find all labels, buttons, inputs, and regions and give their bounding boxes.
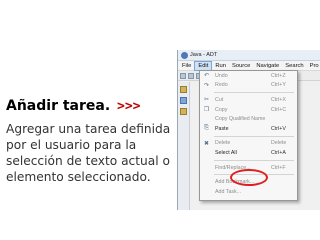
menu-edit[interactable]: Edit	[194, 60, 213, 71]
menu-item-cut[interactable]: ✂ Cut Ctrl+X	[200, 95, 297, 105]
menu-item-shortcut: Ctrl+F	[271, 164, 286, 171]
menu-item-shortcut: Ctrl+A	[271, 149, 286, 156]
slide-body: Agregar una tarea definida por el usuari…	[6, 122, 171, 184]
menu-item-shortcut: Ctrl+V	[271, 125, 286, 132]
menu-separator	[214, 159, 294, 161]
window-title: Java - ADT	[190, 52, 218, 58]
side-panel	[178, 82, 190, 210]
folder-icon[interactable]	[180, 86, 187, 93]
blank-icon	[202, 178, 211, 187]
blank-icon	[202, 187, 211, 196]
menu-item-copy-qualified-name[interactable]: Copy Qualified Name	[200, 114, 297, 124]
app-logo-icon	[181, 51, 188, 59]
slide-title: Añadir tarea. >>>	[6, 98, 141, 114]
menu-run[interactable]: Run	[212, 61, 229, 71]
menu-separator	[214, 92, 294, 94]
menu-item-redo[interactable]: ↷ Redo Ctrl+Y	[200, 81, 297, 91]
blank-icon	[202, 115, 211, 124]
menu-item-paste[interactable]: ⎘ Paste Ctrl+V	[200, 124, 297, 134]
window-titlebar: Java - ADT	[178, 50, 320, 61]
package-icon[interactable]	[180, 97, 187, 104]
menu-search[interactable]: Search	[282, 61, 306, 71]
menu-item-shortcut: Delete	[271, 140, 287, 147]
menu-item-shortcut: Ctrl+C	[271, 106, 287, 113]
menu-item-delete[interactable]: ✖ Delete Delete	[200, 139, 297, 149]
undo-icon: ↶	[203, 73, 210, 80]
paste-icon: ⎘	[204, 125, 209, 132]
menu-item-add-task[interactable]: Add Task...	[200, 187, 297, 197]
slide-title-text: Añadir tarea.	[6, 98, 111, 114]
slide-title-arrows: >>>	[117, 99, 141, 114]
blank-icon	[202, 148, 211, 157]
menu-item-label: Delete	[215, 140, 231, 147]
toolbar-button-icon[interactable]	[180, 72, 186, 79]
menu-item-undo[interactable]: ↶ Undo Ctrl+Z	[200, 71, 297, 81]
app-screenshot: Java - ADT File Edit Run Source Navigate Sear…	[177, 50, 320, 210]
menu-source[interactable]: Source	[229, 61, 253, 71]
toolbar-button-icon[interactable]	[188, 72, 194, 79]
menu-item-shortcut: Ctrl+X	[271, 96, 286, 103]
redo-icon: ↷	[203, 82, 210, 89]
folder-icon[interactable]	[180, 108, 187, 115]
menu-item-copy[interactable]: ❐ Copy Ctrl+C	[200, 105, 297, 115]
menu-item-label: Add Task...	[215, 188, 242, 195]
cut-icon: ✂	[203, 97, 210, 104]
copy-icon: ❐	[203, 107, 210, 114]
menu-item-label: Copy	[215, 106, 228, 113]
menu-item-select-all[interactable]: Select All Ctrl+A	[200, 148, 297, 158]
menu-separator	[214, 135, 294, 137]
menu-item-label: Cut	[215, 96, 224, 103]
menu-item-label: Redo	[215, 82, 228, 89]
menu-navigate[interactable]: Navigate	[253, 61, 282, 71]
menu-item-label: Paste	[215, 125, 229, 132]
menu-item-shortcut: Ctrl+Y	[271, 82, 286, 89]
menu-item-label: Copy Qualified Name	[215, 116, 266, 123]
delete-icon: ✖	[203, 140, 210, 147]
menu-item-label: Select All	[215, 149, 237, 156]
menu-item-shortcut: Ctrl+Z	[271, 72, 286, 79]
menu-pro[interactable]: Pro	[307, 61, 320, 71]
highlight-ring	[230, 169, 268, 186]
menu-item-label: Undo	[215, 72, 228, 79]
blank-icon	[202, 163, 211, 172]
menu-file[interactable]: File	[179, 61, 194, 71]
